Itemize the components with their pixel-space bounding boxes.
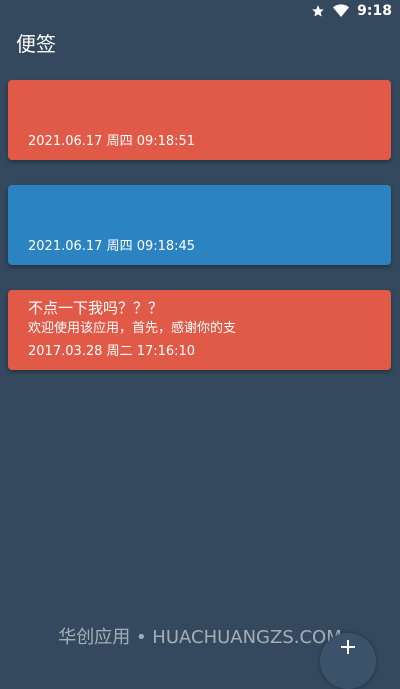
note-date: 2021.06.17 周四 09:18:51 [28,134,196,149]
app-title: 便签 [16,32,56,56]
note-date: 2021.06.17 周四 09:18:45 [28,239,196,254]
add-note-button[interactable] [320,633,376,689]
note-card[interactable]: 2021.06.17 周四 09:18:45 [8,185,391,265]
status-time: 9:18 [357,3,392,19]
note-date: 2017.03.28 周二 17:16:10 [28,344,196,359]
note-title: 不点一下我吗？？？ [28,299,164,317]
wifi-icon [333,4,350,18]
notes-list: 2021.06.17 周四 09:18:51 2021.06.17 周四 09:… [8,80,391,395]
plus-icon [340,639,356,659]
note-body: 欢迎使用该应用，首先，感谢你的支 [28,321,237,336]
note-card[interactable]: 不点一下我吗？？？ 欢迎使用该应用，首先，感谢你的支 2017.03.28 周二… [8,290,391,370]
star-icon [311,4,325,18]
note-card[interactable]: 2021.06.17 周四 09:18:51 [8,80,391,160]
status-bar: 9:18 [0,0,400,24]
status-icons: 9:18 [311,3,392,19]
